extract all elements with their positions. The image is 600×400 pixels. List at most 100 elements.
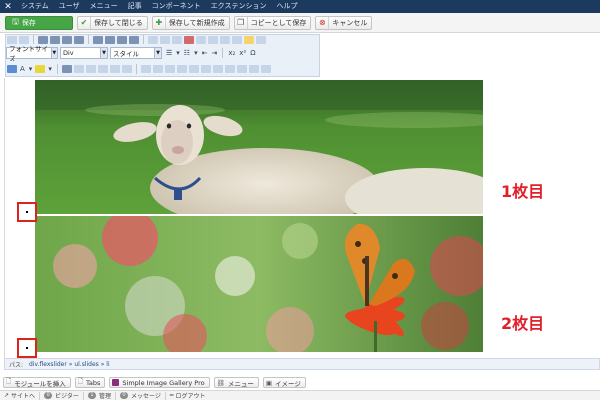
- row-props-icon[interactable]: [152, 64, 163, 73]
- code-view-icon[interactable]: [244, 35, 254, 44]
- horizontal-rule-icon[interactable]: [61, 64, 72, 73]
- chevron-down-icon: ▼: [50, 47, 57, 58]
- editor-toolbar-row-2: フォントサイズ ▼ Div ▼ スタイル ▼ ☰ ▾ ☷ ▾ ⇤ ⇥ x₂ x²…: [5, 44, 320, 63]
- slide-label-1: 1枚目: [501, 182, 545, 201]
- format-select[interactable]: Div ▼: [60, 46, 108, 59]
- cancel-button[interactable]: ⊗ キャンセル: [315, 15, 373, 30]
- table-icon[interactable]: [140, 64, 151, 73]
- cell-props-icon[interactable]: [164, 64, 175, 73]
- insert-module-label: モジュールを挿入: [14, 379, 66, 388]
- editor-toolbar-row-3: A ▾ ▾: [5, 61, 320, 77]
- template-icon[interactable]: [260, 64, 271, 73]
- media-icon[interactable]: [232, 35, 242, 44]
- save-new-button[interactable]: ✚ 保存して新規作成: [151, 15, 230, 30]
- copy-icon: ❐: [235, 16, 248, 29]
- image-button[interactable]: ▣ イメージ: [262, 377, 306, 388]
- align-center-icon[interactable]: [105, 35, 115, 44]
- chevron-down-icon[interactable]: ▾: [194, 49, 198, 57]
- underline-icon[interactable]: [62, 35, 72, 44]
- admin-label: 管理: [98, 393, 111, 400]
- cleanup-icon[interactable]: [184, 35, 194, 44]
- tabs-label: Tabs: [86, 378, 101, 387]
- nav-users[interactable]: ユーザ: [54, 0, 85, 13]
- editor-content-area[interactable]: 1枚目 2枚目: [4, 78, 600, 358]
- visitors-count: 0: [44, 392, 53, 399]
- nav-menus[interactable]: メニュー: [85, 0, 123, 13]
- chevron-down-icon[interactable]: ▾: [29, 65, 33, 73]
- view-site-link[interactable]: ↗ サイトへ: [0, 391, 41, 400]
- view-site-label: サイトへ: [11, 393, 36, 400]
- visual-aid-icon[interactable]: [248, 64, 259, 73]
- cancel-label: キャンセル: [332, 18, 368, 27]
- highlight-icon[interactable]: [35, 64, 46, 73]
- superscript-icon[interactable]: x²: [239, 49, 246, 57]
- special-char-icon[interactable]: Ω: [250, 49, 255, 57]
- unlink-icon[interactable]: [160, 35, 170, 44]
- sig-pro-button[interactable]: Simple Image Gallery Pro: [109, 377, 210, 388]
- path-label: パス:: [9, 361, 24, 369]
- font-size-select[interactable]: フォントサイズ ▼: [6, 45, 58, 63]
- style-select[interactable]: スタイル ▼: [110, 46, 162, 59]
- minus-icon: ━: [169, 392, 174, 399]
- split-cell-icon[interactable]: [224, 64, 235, 73]
- plus-icon: ✚: [153, 16, 166, 29]
- bullet-list-icon[interactable]: ☷: [184, 49, 190, 57]
- save-copy-button[interactable]: ❐ コピーとして保存: [233, 15, 312, 30]
- ordered-list-icon[interactable]: ☰: [166, 49, 172, 57]
- save-button[interactable]: 🖫 保存: [5, 15, 73, 30]
- admin-status[interactable]: 1 管理: [84, 391, 116, 400]
- link-icon: ⛓: [216, 378, 225, 387]
- logout-link[interactable]: ━ ログアウト: [166, 392, 210, 400]
- save-close-button[interactable]: ✔ 保存して閉じる: [77, 15, 148, 30]
- joomla-icon[interactable]: ✕: [0, 0, 16, 13]
- paste-icon[interactable]: [196, 35, 206, 44]
- outdent-icon[interactable]: ⇤: [202, 49, 208, 57]
- fullscreen-icon[interactable]: [256, 35, 266, 44]
- align-right-icon[interactable]: [117, 35, 127, 44]
- path-breadcrumb[interactable]: div.flexslider » ul.slides » li: [29, 361, 110, 368]
- tabs-button[interactable]: 🗋 Tabs: [74, 377, 106, 388]
- preview-icon[interactable]: [85, 64, 96, 73]
- insert-module-button[interactable]: 🗋 モジュールを挿入: [3, 377, 71, 388]
- nav-components[interactable]: コンポーネント: [147, 0, 206, 13]
- admin-count: 1: [87, 392, 96, 399]
- font-size-label: フォントサイズ: [9, 44, 48, 63]
- style-label: スタイル: [113, 49, 139, 58]
- chevron-down-icon: ▼: [100, 47, 107, 58]
- nav-content[interactable]: 記事: [123, 0, 147, 13]
- indent-icon[interactable]: ⇥: [211, 49, 217, 57]
- strikethrough-icon[interactable]: [74, 35, 84, 44]
- nav-help[interactable]: ヘルプ: [271, 0, 302, 13]
- paste-text-icon[interactable]: [208, 35, 218, 44]
- check-icon: ✔: [78, 16, 91, 29]
- image-icon[interactable]: [220, 35, 230, 44]
- menu-button[interactable]: ⛓ メニュー: [213, 377, 259, 388]
- insert-image-icon[interactable]: [7, 64, 17, 73]
- text-color-icon[interactable]: A: [20, 65, 25, 73]
- save-new-label: 保存して新規作成: [168, 18, 225, 27]
- chevron-down-icon[interactable]: ▾: [176, 49, 180, 57]
- delete-col-icon[interactable]: [212, 64, 223, 73]
- link-icon[interactable]: [148, 35, 158, 44]
- insert-col-icon[interactable]: [200, 64, 211, 73]
- remove-format-icon[interactable]: [73, 64, 84, 73]
- delete-row-icon[interactable]: [188, 64, 199, 73]
- align-justify-icon[interactable]: [129, 35, 139, 44]
- nav-system[interactable]: システム: [16, 0, 54, 13]
- italic-icon[interactable]: [50, 35, 60, 44]
- print-icon[interactable]: [97, 64, 108, 73]
- sheep-photo: [35, 80, 483, 214]
- cancel-icon: ⊗: [316, 16, 330, 29]
- visitors-status[interactable]: 0 ビジター: [40, 391, 84, 400]
- insert-row-icon[interactable]: [176, 64, 187, 73]
- chevron-down-icon[interactable]: ▾: [48, 65, 52, 73]
- nav-extensions[interactable]: エクステンション: [206, 0, 272, 13]
- messages-status[interactable]: 0 メッセージ: [116, 391, 166, 400]
- marker-dot: [26, 211, 28, 213]
- anchor-icon[interactable]: [172, 35, 182, 44]
- merge-cell-icon[interactable]: [236, 64, 247, 73]
- search-icon[interactable]: [109, 64, 120, 73]
- replace-icon[interactable]: [121, 64, 132, 73]
- subscript-icon[interactable]: x₂: [228, 49, 235, 57]
- align-left-icon[interactable]: [93, 35, 103, 44]
